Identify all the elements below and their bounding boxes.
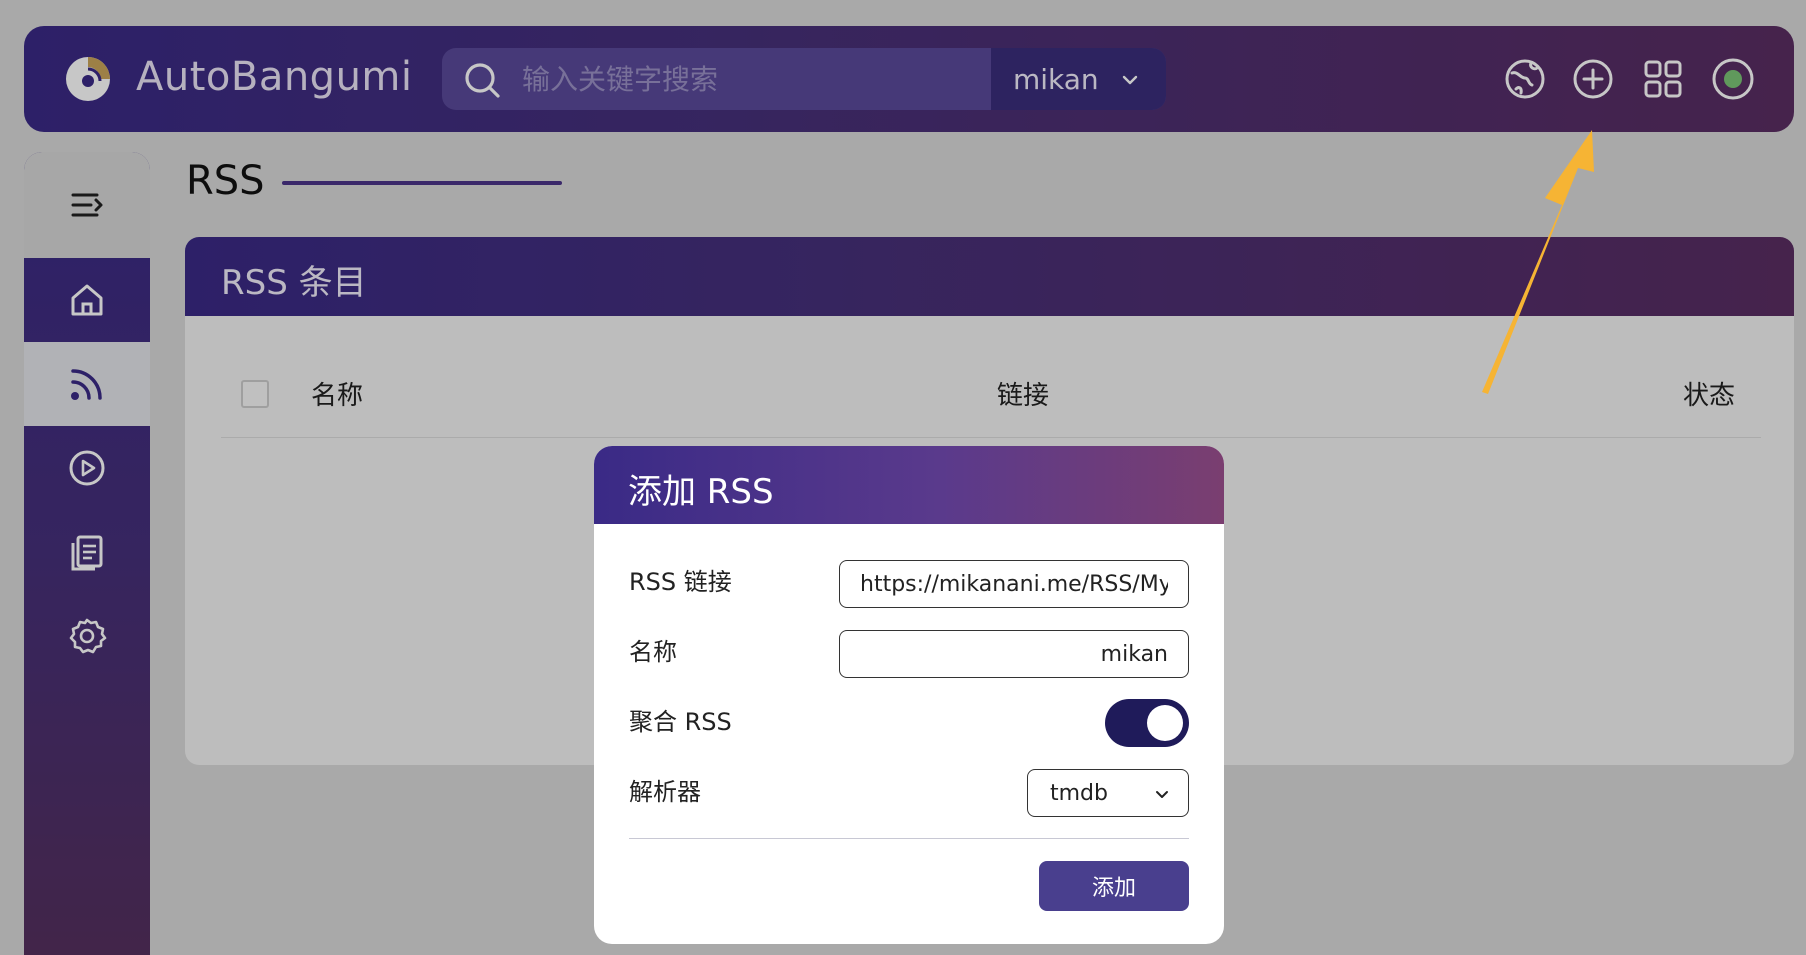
parser-value: tmdb [1050,780,1108,806]
rss-link-label: RSS 链接 [629,568,732,596]
dialog-title: 添加 RSS [628,472,774,512]
dialog-divider [629,838,1189,839]
parser-label: 解析器 [629,778,701,806]
chevron-down-icon [1156,791,1168,798]
toggle-knob [1147,705,1183,741]
parser-select[interactable]: tmdb [1027,769,1189,817]
rss-link-input[interactable] [839,560,1189,608]
aggregate-rss-label: 聚合 RSS [629,708,732,736]
name-input[interactable] [839,630,1189,678]
name-label: 名称 [629,638,677,666]
dialog-header: 添加 RSS [594,446,1224,524]
aggregate-rss-toggle[interactable] [1105,699,1189,747]
add-rss-dialog: 添加 RSS RSS 链接 名称 聚合 RSS 解析器 tmdb 添加 [594,446,1224,944]
add-button[interactable]: 添加 [1039,861,1189,911]
